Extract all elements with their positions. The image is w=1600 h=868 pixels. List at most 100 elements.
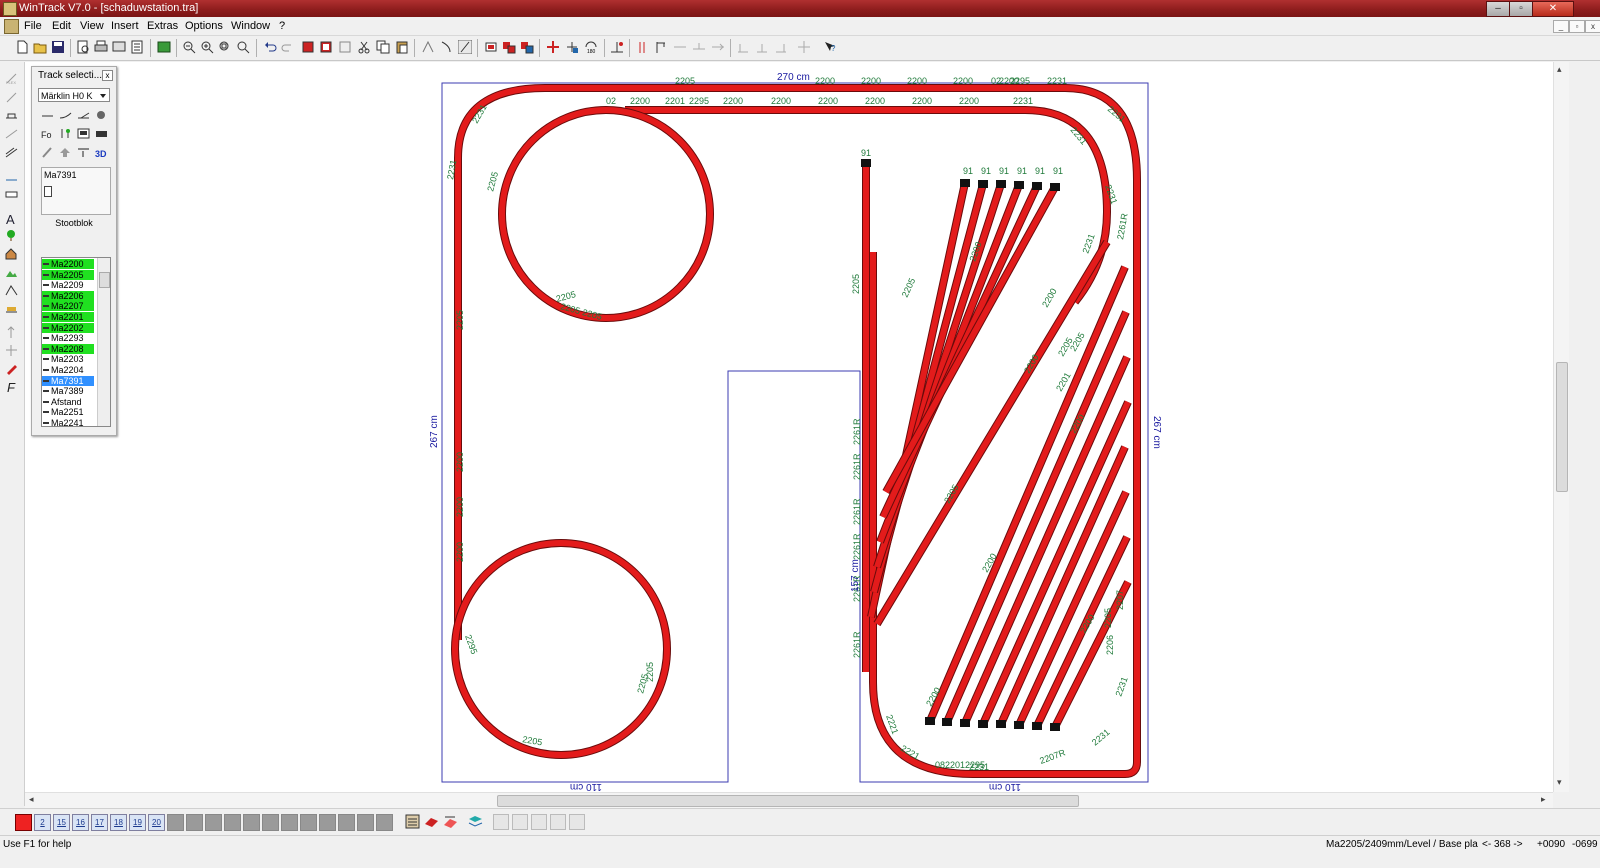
empty-layer-button[interactable] [186, 814, 203, 831]
grid-icon[interactable] [338, 40, 352, 54]
train-icon[interactable] [95, 128, 108, 139]
buffer-stop-bottom-4[interactable] [978, 720, 988, 728]
height-icon[interactable] [610, 40, 624, 54]
move-icon[interactable] [546, 40, 560, 54]
3d-icon[interactable]: 3D [95, 147, 108, 158]
curved-track-icon[interactable] [59, 110, 72, 121]
building-icon[interactable] [77, 128, 90, 139]
zoom-in-icon[interactable] [200, 40, 214, 54]
background-image-icon[interactable] [157, 40, 171, 54]
part-list-item[interactable]: Ma2200 [42, 259, 94, 269]
horizontal-scrollbar[interactable]: ◂ ▸ [25, 792, 1553, 808]
flex-track-tool-icon[interactable]: FLEX [5, 72, 18, 85]
open-file-icon[interactable] [33, 40, 47, 54]
context-help-icon[interactable]: ? [823, 40, 837, 54]
layer-copy-icon[interactable] [319, 40, 333, 54]
vertical-scroll-thumb[interactable] [1556, 362, 1568, 492]
layer-button-2[interactable]: 2 [34, 814, 51, 831]
menu-file[interactable]: File [24, 20, 42, 32]
buffer-stop-bottom-1[interactable] [925, 717, 935, 725]
empty-layer-button[interactable] [338, 814, 355, 831]
copy-icon[interactable] [376, 40, 390, 54]
level-tool-icon[interactable] [5, 170, 18, 183]
catenary-palette-icon[interactable] [41, 147, 54, 158]
cut-icon[interactable] [357, 40, 371, 54]
buffer-stop-top-1[interactable] [960, 179, 970, 187]
layer-button-15[interactable]: 15 [53, 814, 70, 831]
align-icon-2[interactable] [692, 40, 706, 54]
buffer-stop-top-2[interactable] [978, 180, 988, 188]
part-list-item[interactable]: Ma2206 [42, 290, 94, 301]
turnout-icon[interactable] [77, 110, 90, 121]
buffer-stop-bottom-3[interactable] [960, 719, 970, 727]
track-pieces[interactable] [451, 84, 1141, 778]
mdi-restore-button[interactable]: ▫ [1569, 20, 1585, 33]
buffer-stop-bottom-5[interactable] [996, 720, 1006, 728]
center-icon[interactable] [797, 40, 811, 54]
new-file-icon[interactable] [15, 40, 29, 54]
track-selection-palette[interactable]: Track selecti... x Märklin H0 K Fo 3D Ma… [31, 66, 117, 436]
parts-list-icon[interactable] [130, 40, 144, 54]
active-layer-button[interactable] [15, 814, 32, 831]
buffer-stop-bottom-7[interactable] [1032, 722, 1042, 730]
tunnel-tool-icon[interactable] [5, 146, 18, 159]
manufacturer-select[interactable]: Märklin H0 K [38, 88, 110, 102]
parts-list-scrollbar[interactable] [97, 258, 110, 426]
track-tool-2-icon[interactable] [502, 40, 516, 54]
save-icon[interactable] [51, 40, 65, 54]
zoom-out-icon[interactable] [182, 40, 196, 54]
function-tool-icon[interactable]: F [5, 380, 18, 393]
curve-tool-icon[interactable] [439, 40, 453, 54]
lower-helix-track[interactable] [452, 540, 671, 758]
part-list-item[interactable]: Ma2293 [42, 333, 94, 343]
part-list-item[interactable]: Ma2202 [42, 322, 94, 333]
nav-button-2[interactable] [512, 814, 528, 830]
menu-window[interactable]: Window [231, 20, 270, 32]
track-tool-3-icon[interactable] [520, 40, 534, 54]
road-tool-icon[interactable] [5, 284, 18, 297]
empty-layer-button[interactable] [376, 814, 393, 831]
zoom-fit-icon[interactable] [236, 40, 250, 54]
edit-tool-icon[interactable] [5, 362, 18, 375]
layer-button-19[interactable]: 19 [129, 814, 146, 831]
nav-button-4[interactable] [550, 814, 566, 830]
scroll-down-icon[interactable]: ▾ [1557, 777, 1562, 788]
part-list-item[interactable]: Ma2204 [42, 365, 94, 375]
empty-layer-button[interactable] [300, 814, 317, 831]
undo-icon[interactable] [263, 40, 277, 54]
menu-view[interactable]: View [80, 20, 104, 32]
turntable-icon[interactable] [95, 110, 108, 121]
measure-tool-icon[interactable] [5, 303, 18, 316]
track-layout[interactable]: 2205 2200 2200 2200 2200 2200 02 2295 2231 02 2200… [25, 62, 1553, 792]
rotate-180-icon[interactable]: 180 [584, 40, 598, 54]
part-list-item[interactable]: Ma2205 [42, 269, 94, 280]
grid-tool-icon[interactable] [5, 344, 18, 357]
buffer-stop-top-6[interactable] [1050, 183, 1060, 191]
close-button[interactable]: ✕ [1532, 1, 1574, 17]
layer-button-18[interactable]: 18 [110, 814, 127, 831]
menu-edit[interactable]: Edit [52, 20, 71, 32]
mdi-minimize-button[interactable]: _ [1553, 20, 1569, 33]
part-list-item[interactable]: Ma2209 [42, 280, 94, 290]
flex-track-icon[interactable] [458, 40, 472, 54]
switch-tool-icon[interactable] [421, 40, 435, 54]
catenary-icon[interactable] [654, 40, 668, 54]
part-list-item[interactable]: Ma2203 [42, 354, 94, 364]
menu-options[interactable]: Options [185, 20, 223, 32]
part-list-item[interactable]: Ma7391 [42, 375, 94, 386]
part-list-item[interactable]: Ma2241 [42, 418, 94, 426]
vertical-scrollbar[interactable]: ▴ ▾ [1553, 62, 1569, 792]
part-list-item[interactable]: Ma2208 [42, 343, 94, 354]
platform-tool-icon[interactable] [5, 188, 18, 201]
down-icon[interactable] [77, 147, 90, 158]
yard-track-lower-2[interactable] [944, 310, 1129, 724]
align-icon-3[interactable] [711, 40, 725, 54]
distribute-icon-1[interactable] [736, 40, 750, 54]
yard-track-lower-4[interactable] [980, 400, 1131, 726]
track-tool-1-icon[interactable] [484, 40, 498, 54]
scroll-left-icon[interactable]: ◂ [29, 794, 34, 805]
mdi-close-button[interactable]: x [1585, 20, 1600, 33]
part-list-item[interactable]: Afstand [42, 397, 94, 407]
empty-layer-button[interactable] [281, 814, 298, 831]
maximize-button[interactable]: ▫ [1509, 1, 1533, 17]
